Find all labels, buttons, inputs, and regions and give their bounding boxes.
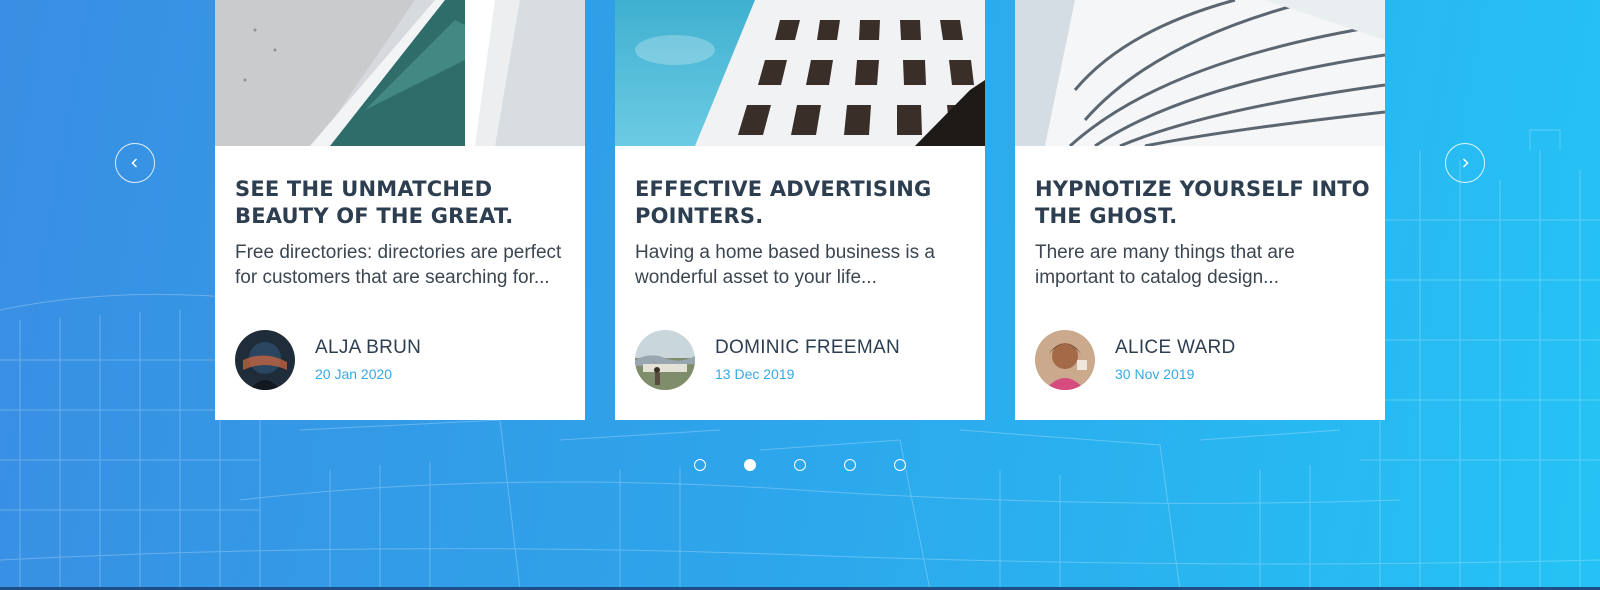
card-title[interactable]: EFFECTIVE ADVERTISING POINTERS. [635, 176, 975, 230]
post-date: 20 Jan 2020 [315, 366, 393, 382]
chevron-left-icon [131, 158, 138, 168]
card-photo [615, 0, 985, 146]
post-date: 30 Nov 2019 [1115, 366, 1195, 382]
author-name: DOMINIC FREEMAN [715, 337, 900, 358]
card-title[interactable]: SEE THE UNMATCHED BEAUTY OF THE GREAT. [235, 176, 575, 230]
card-photo [1015, 0, 1385, 146]
card-excerpt: Free directories: directories are perfec… [235, 242, 562, 288]
author-avatar [635, 330, 695, 390]
blog-card[interactable]: SEE THE UNMATCHED BEAUTY OF THE GREAT. F… [215, 0, 585, 420]
carousel-dot[interactable] [794, 459, 806, 471]
card-excerpt: There are many things that are important… [1035, 242, 1295, 288]
carousel-next-button[interactable] [1445, 143, 1485, 183]
blog-card[interactable]: EFFECTIVE ADVERTISING POINTERS. Having a… [615, 0, 985, 420]
blog-card[interactable]: HYPNOTIZE YOURSELF INTO THE GHOST. There… [1015, 0, 1385, 420]
author-name: ALJA BRUN [315, 337, 422, 358]
carousel-dot[interactable] [844, 459, 856, 471]
author-avatar [235, 330, 295, 390]
blog-carousel-section: SEE THE UNMATCHED BEAUTY OF THE GREAT. F… [0, 0, 1600, 590]
card-excerpt: Having a home based business is a wonder… [635, 242, 935, 288]
carousel-dot[interactable] [694, 459, 706, 471]
carousel-prev-button[interactable] [115, 143, 155, 183]
author-name: ALICE WARD [1115, 337, 1236, 358]
post-date: 13 Dec 2019 [715, 366, 795, 382]
author-avatar [1035, 330, 1095, 390]
carousel-dot-active[interactable] [744, 459, 756, 471]
card-photo [215, 0, 585, 146]
card-title[interactable]: HYPNOTIZE YOURSELF INTO THE GHOST. [1035, 176, 1375, 230]
carousel-dot[interactable] [894, 459, 906, 471]
chevron-right-icon [1462, 158, 1469, 168]
